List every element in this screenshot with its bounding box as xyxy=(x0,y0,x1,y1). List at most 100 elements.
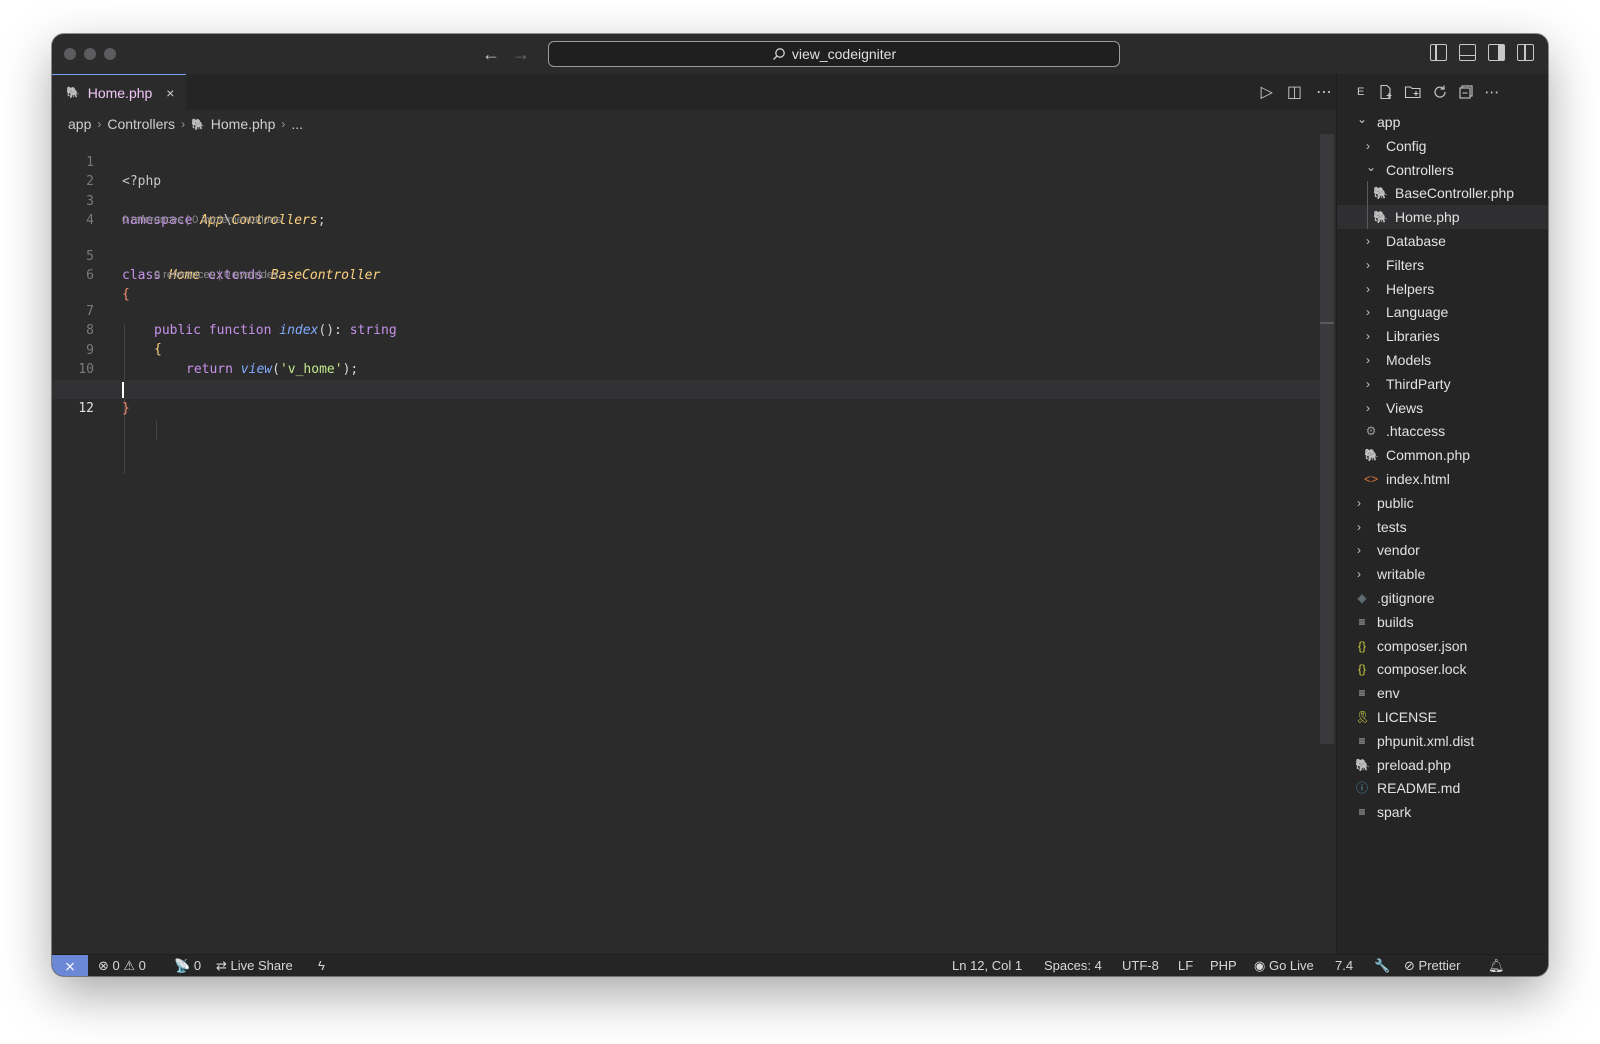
tree-folder[interactable]: › Models xyxy=(1337,348,1548,372)
wrench-icon[interactable]: 🔧 xyxy=(1374,955,1390,976)
indentation[interactable]: Spaces: 4 xyxy=(1044,955,1102,976)
tree-file[interactable]: 🐘 preload.php xyxy=(1337,753,1548,777)
tree-item-label: .gitignore xyxy=(1377,590,1435,606)
new-folder-icon[interactable] xyxy=(1404,84,1422,100)
breadcrumb-app[interactable]: app xyxy=(68,116,91,132)
tree-folder[interactable]: ⌄ Controllers xyxy=(1337,158,1548,182)
php-version[interactable]: 7.4 xyxy=(1335,955,1353,976)
split-editor-icon[interactable]: ◫ xyxy=(1287,82,1302,102)
tree-file[interactable]: ⚙ .htaccess xyxy=(1337,419,1548,443)
tree-file[interactable]: ≡ env xyxy=(1337,681,1548,705)
cursor-position[interactable]: Ln 12, Col 1 xyxy=(952,955,1022,976)
prettier-label: Prettier xyxy=(1418,958,1461,973)
text-file-icon: ≡ xyxy=(1358,805,1366,820)
notifications-bell-icon[interactable]: 🔔︎ xyxy=(1488,955,1505,976)
editor-scrollbar[interactable] xyxy=(1320,134,1334,744)
tree-item-label: LICENSE xyxy=(1377,709,1437,725)
tree-folder[interactable]: › vendor xyxy=(1337,538,1548,562)
tree-folder[interactable]: › public xyxy=(1337,491,1548,515)
breadcrumb-controllers[interactable]: Controllers xyxy=(107,116,175,132)
tree-folder[interactable]: › Helpers xyxy=(1337,277,1548,301)
tree-file[interactable]: ⓘ README.md xyxy=(1337,776,1548,800)
tree-file[interactable]: 🎗 LICENSE xyxy=(1337,705,1548,729)
layout-controls xyxy=(1430,44,1534,61)
tree-file[interactable]: <> index.html xyxy=(1337,467,1548,491)
problems-indicator[interactable]: ⊗ 0 ⚠ 0 xyxy=(98,955,146,976)
lightning-icon[interactable]: ϟ xyxy=(318,955,325,976)
chevron-right-icon: › xyxy=(1366,353,1370,367)
error-count: 0 xyxy=(112,958,120,973)
go-live-button[interactable]: ◉ Go Live xyxy=(1254,955,1314,976)
tree-item-label: Database xyxy=(1386,233,1446,249)
window-controls xyxy=(64,48,116,60)
chevron-right-icon: › xyxy=(1366,305,1370,320)
warning-icon: ⚠ xyxy=(123,958,136,973)
tree-folder[interactable]: › Language xyxy=(1337,300,1548,324)
tab-home-php[interactable]: 🐘 Home.php × xyxy=(52,74,186,110)
tree-folder[interactable]: › Filters xyxy=(1337,253,1548,277)
tree-folder[interactable]: ⌄ app xyxy=(1337,110,1548,134)
tree-item-label: Home.php xyxy=(1395,209,1460,226)
tree-file[interactable]: {} composer.lock xyxy=(1337,657,1548,681)
close-tab-icon[interactable]: × xyxy=(166,85,174,101)
command-center-search[interactable]: view_codeigniter xyxy=(548,41,1120,67)
explorer-title: E xyxy=(1357,86,1365,98)
more-actions-icon[interactable]: ⋯ xyxy=(1316,82,1332,102)
toggle-primary-sidebar-icon[interactable] xyxy=(1430,44,1447,61)
tree-folder[interactable]: › Database xyxy=(1337,229,1548,253)
code-lens-class[interactable]: 0 references | 0 implementations xyxy=(122,212,281,228)
class-name: BaseController xyxy=(270,268,381,283)
tree-file[interactable]: {} composer.json xyxy=(1337,634,1548,658)
refresh-icon[interactable] xyxy=(1432,84,1448,100)
more-actions-icon[interactable]: ⋯ xyxy=(1484,83,1499,101)
run-icon[interactable]: ▷ xyxy=(1261,82,1273,102)
chevron-right-icon: › xyxy=(1366,376,1370,391)
tree-file[interactable]: ≡ spark xyxy=(1337,800,1548,824)
prettier-icon: ⊘ xyxy=(1404,958,1415,973)
tree-file[interactable]: ◆ .gitignore xyxy=(1337,586,1548,610)
language-mode[interactable]: PHP xyxy=(1210,955,1237,976)
tree-file[interactable]: ≡ builds xyxy=(1337,610,1548,634)
tree-item-label: tests xyxy=(1377,518,1407,535)
chevron-right-icon: › xyxy=(181,117,186,131)
punctuation: ; xyxy=(317,213,326,228)
tree-folder[interactable]: › writable xyxy=(1337,562,1548,586)
customize-layout-icon[interactable] xyxy=(1517,44,1534,61)
tree-folder[interactable]: › ThirdParty xyxy=(1337,372,1548,396)
tree-file[interactable]: 🐘 Common.php xyxy=(1337,443,1548,467)
tree-folder[interactable]: › Libraries xyxy=(1337,324,1548,348)
code-lens-method[interactable]: 0 references | 0 overrides xyxy=(154,267,279,283)
code-editor[interactable]: 1 <?php 2 3 namespace App\Controllers; 4… xyxy=(52,134,1322,954)
ports-indicator[interactable]: 📡 0 xyxy=(174,955,201,976)
new-file-icon[interactable] xyxy=(1378,84,1394,100)
live-share-button[interactable]: ⇄ Live Share xyxy=(216,955,293,976)
back-arrow-icon[interactable]: ← xyxy=(482,42,500,66)
close-window-button[interactable] xyxy=(64,48,76,60)
info-icon: ⓘ xyxy=(1355,781,1368,796)
broadcast-icon: 📡 xyxy=(174,958,191,973)
explorer-header: E ⋯ xyxy=(1337,74,1548,110)
code-text: } xyxy=(122,401,130,416)
tree-file[interactable]: 🐘 Home.php xyxy=(1337,205,1548,230)
tree-file[interactable]: ≡ phpunit.xml.dist xyxy=(1337,729,1548,753)
minimize-window-button[interactable] xyxy=(84,48,96,60)
chevron-right-icon: › xyxy=(1366,281,1370,296)
prettier-button[interactable]: ⊘ Prettier xyxy=(1404,955,1460,976)
chevron-right-icon: › xyxy=(1357,567,1361,582)
zoom-window-button[interactable] xyxy=(104,48,116,60)
chevron-right-icon: › xyxy=(1357,495,1361,510)
encoding[interactable]: UTF-8 xyxy=(1122,955,1159,976)
breadcrumb-home-php[interactable]: Home.php xyxy=(211,116,276,132)
toggle-secondary-sidebar-icon[interactable] xyxy=(1488,44,1505,61)
collapse-all-icon[interactable] xyxy=(1458,84,1474,100)
remote-indicator[interactable]: ⨯ xyxy=(52,955,88,976)
breadcrumb-symbol[interactable]: ... xyxy=(291,116,303,132)
tree-folder[interactable]: › tests xyxy=(1337,515,1548,539)
toggle-panel-icon[interactable] xyxy=(1459,44,1476,61)
tree-folder[interactable]: › Views xyxy=(1337,396,1548,420)
tree-file[interactable]: 🐘 BaseController.php xyxy=(1337,181,1548,205)
code-line: 2 xyxy=(52,153,1322,189)
forward-arrow-icon[interactable]: → xyxy=(512,42,530,66)
tree-item-label: spark xyxy=(1377,804,1412,821)
end-of-line[interactable]: LF xyxy=(1178,955,1193,976)
